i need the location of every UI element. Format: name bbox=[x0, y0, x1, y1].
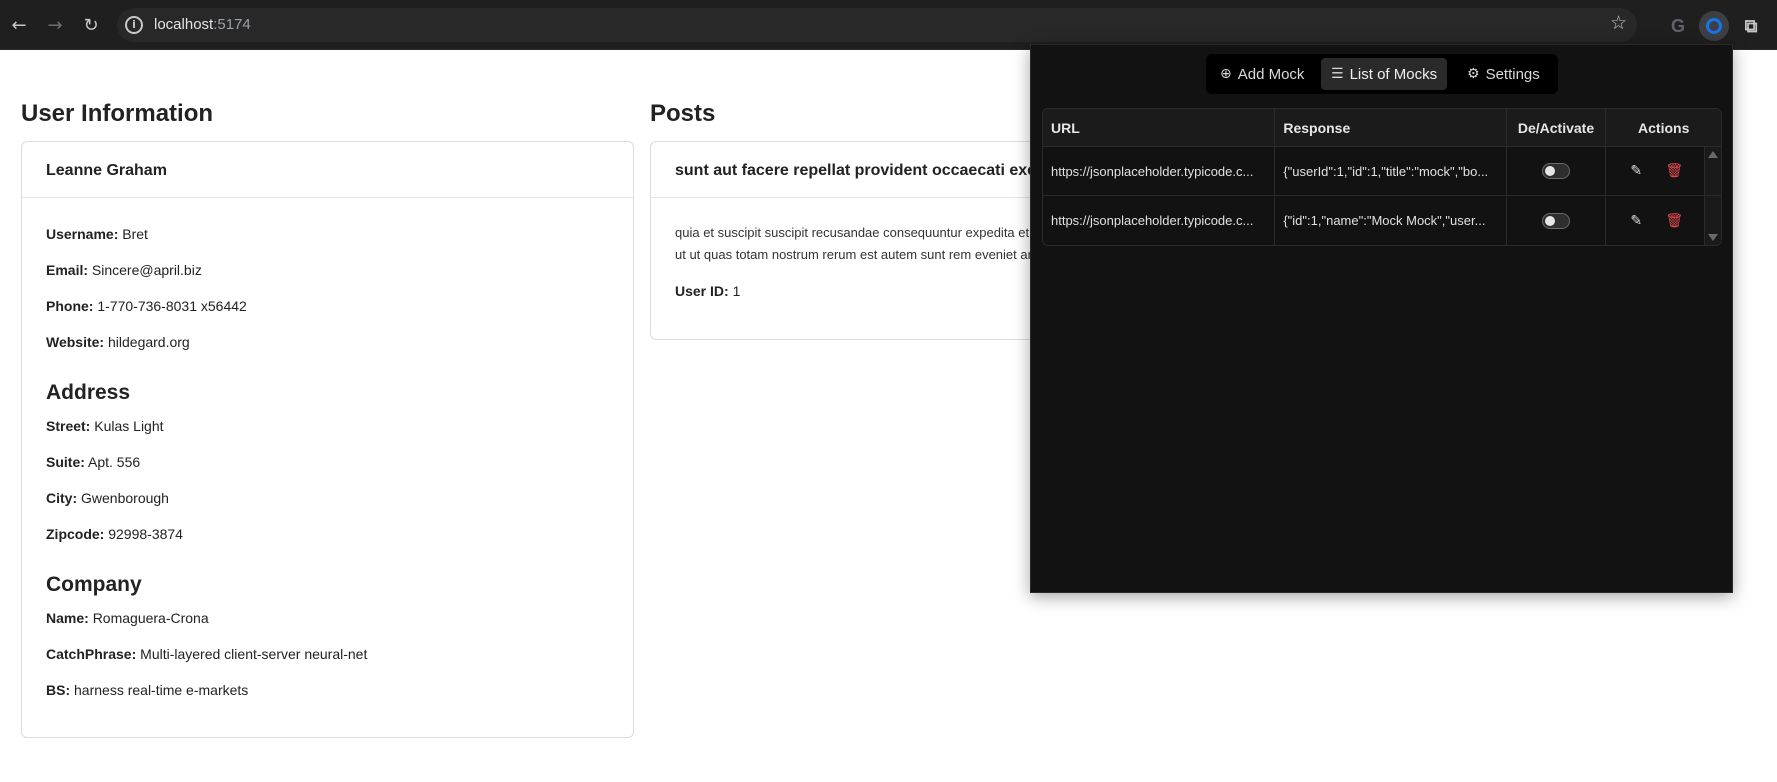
bs-row: BS: harness real-time e-markets bbox=[46, 682, 249, 698]
table-scrollbar[interactable] bbox=[1705, 196, 1721, 245]
table-scrollbar[interactable] bbox=[1705, 147, 1721, 195]
mocks-table: URL Response De/Activate Actions https:/… bbox=[1042, 108, 1722, 246]
toggle-cell bbox=[1507, 196, 1607, 245]
mock-response-cell: {"userId":1,"id":1,"title":"mock","bo... bbox=[1275, 147, 1507, 195]
bookmark-star-icon[interactable]: ☆ bbox=[1610, 12, 1627, 34]
table-header: URL Response De/Activate Actions bbox=[1043, 109, 1721, 147]
company-name-row: Name: Romaguera-Crona bbox=[46, 610, 209, 626]
post-body: quia et suscipit suscipit recusandae con… bbox=[675, 225, 1055, 262]
list-icon: ☰ bbox=[1331, 66, 1344, 82]
plus-circle-icon: ⊕ bbox=[1220, 66, 1232, 82]
suite-row: Suite: Apt. 556 bbox=[46, 454, 141, 470]
phone-row: Phone: 1-770-736-8031 x56442 bbox=[46, 298, 247, 314]
column-header-deactivate: De/Activate bbox=[1507, 109, 1607, 146]
post-title: sunt aut facere repellat provident occae… bbox=[651, 142, 1050, 198]
mock-extension-icon[interactable] bbox=[1699, 11, 1729, 41]
actions-cell: ✎ 🗑 bbox=[1606, 196, 1706, 245]
url-text[interactable]: localhost:5174 bbox=[154, 16, 251, 33]
mock-response-cell: {"id":1,"name":"Mock Mock","user... bbox=[1275, 196, 1507, 245]
post-user-id: User ID: 1 bbox=[675, 283, 741, 299]
site-info-icon[interactable]: i bbox=[125, 16, 143, 34]
zipcode-row: Zipcode: 92998-3874 bbox=[46, 526, 183, 542]
column-header-url: URL bbox=[1043, 109, 1276, 146]
activate-toggle[interactable] bbox=[1542, 212, 1570, 229]
address-heading: Address bbox=[46, 381, 131, 404]
forward-arrow-icon[interactable]: → bbox=[41, 11, 69, 39]
edit-pencil-icon[interactable]: ✎ bbox=[1625, 210, 1647, 232]
mock-extension-popup: ⊕ Add Mock ☰ List of Mocks ⚙ Settings UR… bbox=[1030, 44, 1733, 593]
popup-tab-bar: ⊕ Add Mock ☰ List of Mocks ⚙ Settings bbox=[1206, 54, 1558, 94]
user-card: Leanne Graham Username: Bret Email: Sinc… bbox=[21, 141, 634, 738]
tab-settings[interactable]: ⚙ Settings bbox=[1457, 58, 1550, 90]
tab-list-of-mocks[interactable]: ☰ List of Mocks bbox=[1321, 58, 1448, 90]
user-info-title: User Information bbox=[21, 100, 214, 127]
city-row: City: Gwenborough bbox=[46, 490, 169, 506]
extensions-puzzle-icon[interactable]: ⧉ bbox=[1736, 11, 1766, 41]
username-row: Username: Bret bbox=[46, 226, 148, 242]
posts-title: Posts bbox=[650, 100, 716, 127]
google-icon[interactable]: G bbox=[1663, 11, 1693, 41]
post-card: sunt aut facere repellat provident occae… bbox=[650, 141, 1055, 340]
table-row: https://jsonplaceholder.typicode.c... {"… bbox=[1043, 196, 1721, 245]
reload-icon[interactable]: ↻ bbox=[77, 11, 105, 39]
street-row: Street: Kulas Light bbox=[46, 418, 164, 434]
actions-cell: ✎ 🗑 bbox=[1606, 147, 1706, 195]
browser-toolbar: ← → ↻ i localhost:5174 ☆ G ⧉ bbox=[0, 0, 1777, 50]
gear-icon: ⚙ bbox=[1467, 66, 1480, 82]
tab-add-mock[interactable]: ⊕ Add Mock bbox=[1210, 58, 1314, 90]
website-row: Website: hildegard.org bbox=[46, 334, 190, 350]
edit-pencil-icon[interactable]: ✎ bbox=[1625, 160, 1647, 182]
address-bar[interactable]: i localhost:5174 ☆ bbox=[117, 8, 1637, 42]
table-row: https://jsonplaceholder.typicode.c... {"… bbox=[1043, 147, 1721, 196]
mock-url-cell: https://jsonplaceholder.typicode.c... bbox=[1043, 147, 1276, 195]
back-arrow-icon[interactable]: ← bbox=[5, 11, 33, 39]
delete-trash-icon[interactable]: 🗑 bbox=[1663, 160, 1685, 182]
mock-url-cell: https://jsonplaceholder.typicode.c... bbox=[1043, 196, 1276, 245]
activate-toggle[interactable] bbox=[1542, 163, 1570, 179]
column-header-actions: Actions bbox=[1638, 119, 1690, 136]
toggle-cell bbox=[1507, 147, 1607, 195]
user-name: Leanne Graham bbox=[22, 142, 633, 198]
company-heading: Company bbox=[46, 573, 142, 596]
scroll-down-arrow-icon[interactable] bbox=[1708, 234, 1719, 241]
scroll-up-arrow-icon[interactable] bbox=[1708, 151, 1719, 158]
email-row: Email: Sincere@april.biz bbox=[46, 262, 202, 278]
delete-trash-icon[interactable]: 🗑 bbox=[1663, 210, 1685, 232]
catchphrase-row: CatchPhrase: Multi-layered client-server… bbox=[46, 646, 368, 662]
column-header-response: Response bbox=[1275, 109, 1507, 146]
